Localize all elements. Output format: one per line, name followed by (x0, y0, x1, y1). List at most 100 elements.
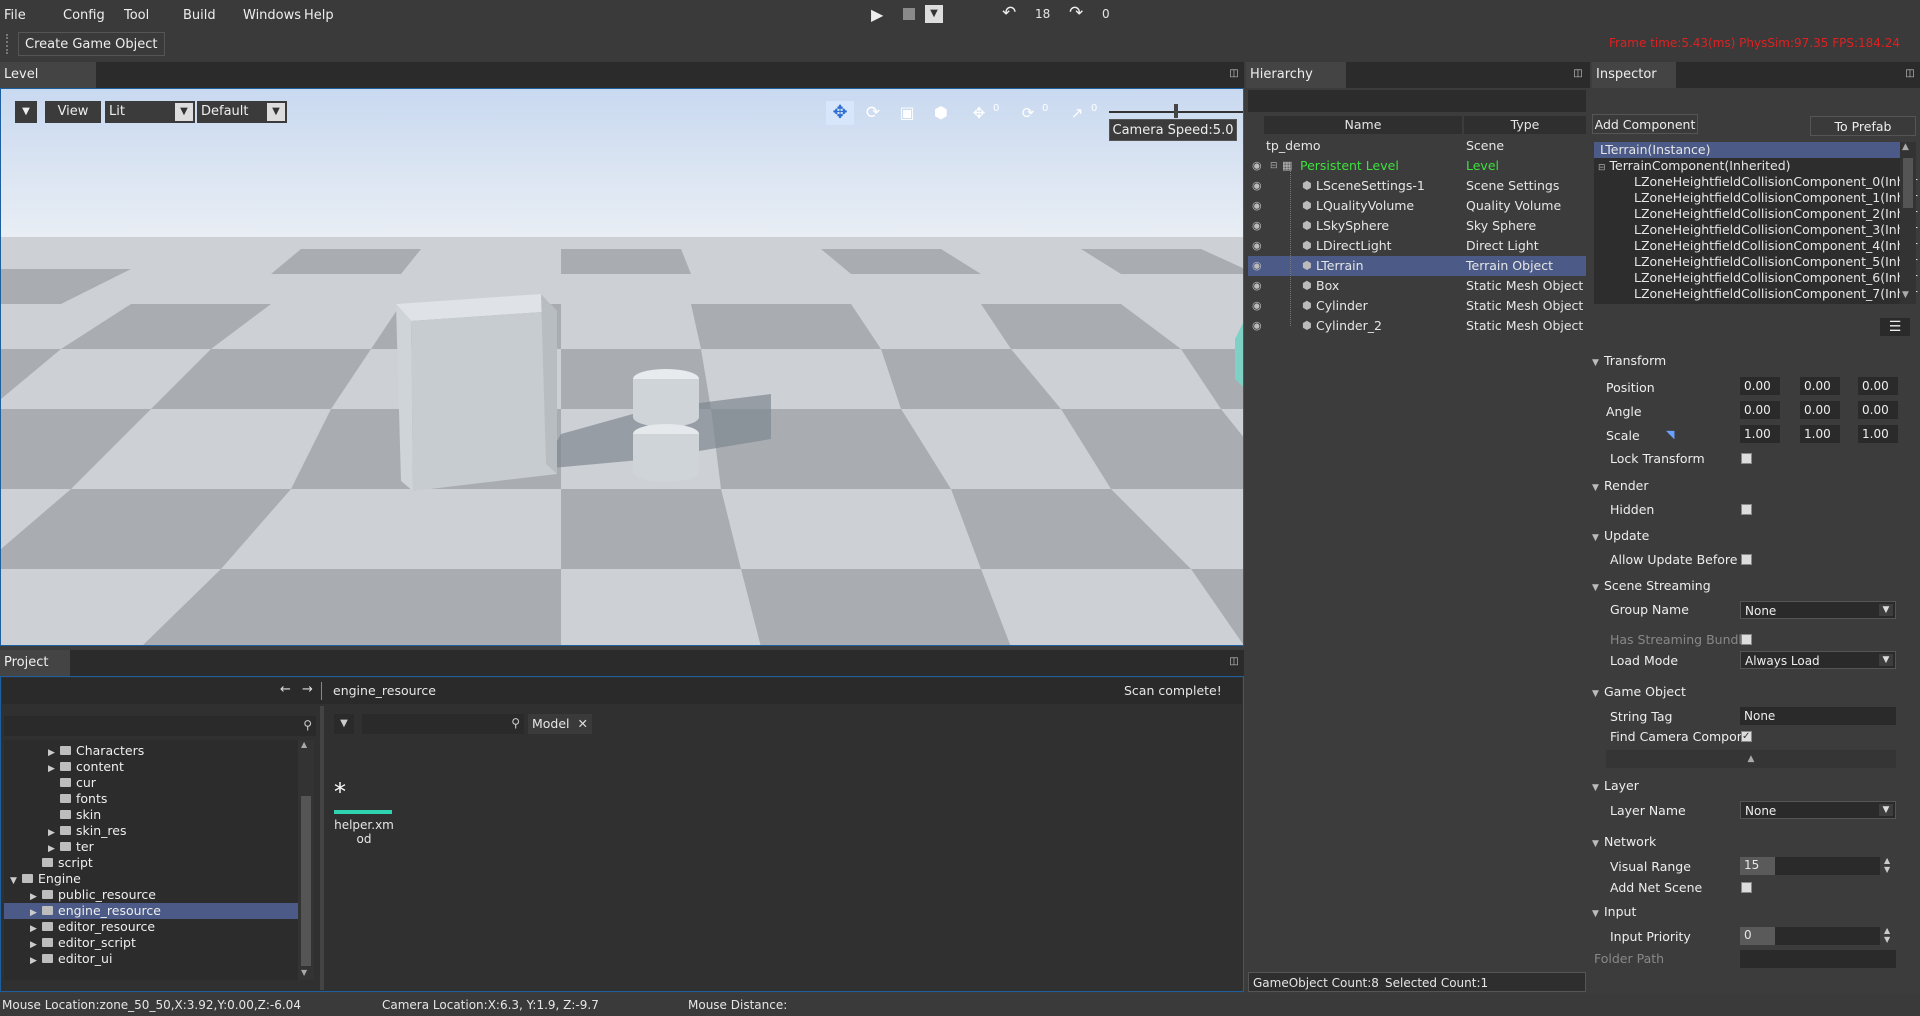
scroll-down-icon[interactable]: ▼ (301, 968, 307, 977)
chevron-right-icon[interactable]: ▶ (30, 953, 42, 969)
redo-icon[interactable]: ↷ (1069, 3, 1083, 23)
play-icon[interactable]: ▶ (871, 5, 883, 24)
folder-item[interactable]: cur (48, 775, 96, 791)
lit-mode-dropdown[interactable]: Lit ▼ (105, 101, 195, 123)
filter-tag[interactable]: Model ✕ (528, 714, 592, 734)
rotate-tool-icon[interactable]: ⟳ (861, 101, 885, 125)
position-y-input[interactable]: 0.00 (1800, 377, 1840, 395)
play-options-dropdown-icon[interactable]: ▼ (925, 5, 943, 23)
angle-x-input[interactable]: 0.00 (1740, 401, 1780, 419)
component-item[interactable]: LZoneHeightfieldCollisionComponent_7(Inh… (1634, 286, 1917, 302)
angle-y-input[interactable]: 0.00 (1800, 401, 1840, 419)
tab-level[interactable]: Level (0, 62, 96, 88)
menu-build[interactable]: Build (183, 8, 216, 23)
component-item[interactable]: LZoneHeightfieldCollisionComponent_1(Inh… (1634, 190, 1917, 206)
component-item-selected[interactable]: LTerrain(Instance) (1594, 142, 1900, 158)
lock-transform-checkbox[interactable] (1741, 453, 1752, 464)
move-snap-icon[interactable]: ✥ (967, 101, 991, 125)
section-render[interactable]: ▼ Render (1592, 475, 1920, 497)
visibility-eye-icon[interactable]: ◉ (1252, 240, 1264, 252)
scale-tool-icon[interactable]: ▣ (895, 101, 919, 125)
folder-path-input[interactable] (1740, 950, 1896, 968)
scale-x-input[interactable]: 1.00 (1740, 425, 1780, 443)
hierarchy-row[interactable]: ⬢ Cylinder Static Mesh Object (1248, 296, 1586, 316)
visibility-eye-icon[interactable]: ◉ (1252, 220, 1264, 232)
layer-name-dropdown[interactable]: None ▼ (1740, 801, 1896, 819)
folder-item[interactable]: ▶ editor_ui (30, 951, 112, 967)
scroll-thumb[interactable] (301, 796, 311, 966)
folder-item[interactable]: script (30, 855, 93, 871)
lock-scale-icon[interactable]: ◥ (1666, 428, 1674, 441)
folder-item-selected[interactable]: ▶ engine_resource (30, 903, 161, 919)
scroll-up-icon[interactable]: ▲ (1902, 142, 1909, 152)
add-component-button[interactable]: Add Component (1592, 114, 1698, 134)
hierarchy-row[interactable]: ⬢ Cylinder_2 Static Mesh Object (1248, 316, 1586, 336)
scroll-thumb[interactable] (1903, 158, 1913, 208)
project-search-input[interactable]: ⚲ (4, 716, 316, 736)
pin-icon[interactable]: ◫ (1572, 68, 1584, 80)
splitter[interactable] (320, 706, 324, 990)
component-item[interactable]: ⊟ TerrainComponent(Inherited) (1598, 158, 1791, 174)
pin-icon[interactable]: ◫ (1228, 68, 1240, 80)
hierarchy-row[interactable]: ⬢ Box Static Mesh Object (1248, 276, 1586, 296)
stop-icon[interactable] (903, 8, 915, 20)
hierarchy-row[interactable]: ⬢ LQualityVolume Quality Volume (1248, 196, 1586, 216)
component-item[interactable]: LZoneHeightfieldCollisionComponent_5(Inh… (1634, 254, 1917, 270)
hidden-checkbox[interactable] (1741, 504, 1752, 515)
menu-windows[interactable]: Windows (243, 8, 301, 23)
folder-item[interactable]: ▼ Engine (10, 871, 81, 887)
hierarchy-row[interactable]: tp_demo Scene (1248, 136, 1586, 156)
search-icon[interactable]: ⚲ (511, 716, 520, 730)
spin-icon[interactable]: ▲ ▼ (1884, 856, 1890, 874)
tab-project[interactable]: Project (0, 650, 70, 676)
section-scene-streaming[interactable]: ▼ Scene Streaming (1592, 575, 1920, 597)
collapse-up-icon[interactable]: ▲ (1606, 750, 1896, 768)
file-search-input[interactable]: ⚲ (362, 714, 524, 734)
tab-inspector[interactable]: Inspector (1592, 62, 1676, 88)
view-button[interactable]: View (45, 101, 101, 123)
visibility-eye-icon[interactable]: ◉ (1252, 180, 1264, 192)
pin-icon[interactable]: ◫ (1228, 656, 1240, 668)
hierarchy-row-selected[interactable]: ⬢ LTerrain Terrain Object (1248, 256, 1586, 276)
visibility-eye-icon[interactable]: ◉ (1252, 300, 1264, 312)
visibility-eye-icon[interactable]: ◉ (1252, 280, 1264, 292)
string-tag-input[interactable]: None (1740, 707, 1896, 725)
pin-icon[interactable]: ◫ (1904, 68, 1916, 80)
allow-update-checkbox[interactable] (1741, 554, 1752, 565)
menu-help[interactable]: Help (304, 8, 334, 23)
section-game-object[interactable]: ▼ Game Object (1592, 681, 1920, 703)
menu-file[interactable]: File (4, 8, 26, 23)
folder-item[interactable]: ▶ editor_resource (30, 919, 155, 935)
scale-z-input[interactable]: 1.00 (1858, 425, 1898, 443)
visibility-eye-icon[interactable]: ◉ (1252, 160, 1264, 172)
folder-item[interactable]: ▶ Characters (48, 743, 144, 759)
viewport-menu-icon[interactable]: ▼ (15, 101, 37, 123)
visibility-eye-icon[interactable]: ◉ (1252, 320, 1264, 332)
folder-item[interactable]: ▶ ter (48, 839, 94, 855)
section-transform[interactable]: ▼ Transform (1592, 350, 1920, 372)
collapse-icon[interactable]: ⊟ (1270, 156, 1278, 176)
position-z-input[interactable]: 0.00 (1858, 377, 1898, 395)
tab-hierarchy[interactable]: Hierarchy (1246, 62, 1346, 88)
search-icon[interactable]: ⚲ (303, 718, 312, 732)
camera-speed-handle[interactable] (1174, 104, 1178, 118)
back-icon[interactable]: ← (280, 682, 291, 697)
visual-range-slider[interactable]: 15 (1740, 857, 1880, 875)
component-item[interactable]: LZoneHeightfieldCollisionComponent_0(Inh… (1634, 174, 1917, 190)
hierarchy-row[interactable]: ⬢ LSceneSettings-1 Scene Settings (1248, 176, 1586, 196)
section-update[interactable]: ▼ Update (1592, 525, 1920, 547)
component-item[interactable]: LZoneHeightfieldCollisionComponent_3(Inh… (1634, 222, 1917, 238)
angle-z-input[interactable]: 0.00 (1858, 401, 1898, 419)
toolbar-grip-icon[interactable] (6, 34, 10, 54)
hierarchy-row[interactable]: ⬢ LDirectLight Direct Light (1248, 236, 1586, 256)
has-streaming-bundle-checkbox[interactable] (1741, 634, 1752, 645)
load-mode-dropdown[interactable]: Always Load ▼ (1740, 651, 1896, 669)
folder-item[interactable]: skin (48, 807, 101, 823)
position-x-input[interactable]: 0.00 (1740, 377, 1780, 395)
create-game-object-button[interactable]: Create Game Object (18, 32, 165, 56)
add-net-scene-checkbox[interactable] (1741, 882, 1752, 893)
to-prefab-button[interactable]: To Prefab (1810, 116, 1916, 136)
component-item[interactable]: LZoneHeightfieldCollisionComponent_2(Inh… (1634, 206, 1917, 222)
spin-icon[interactable]: ▲ ▼ (1884, 926, 1890, 944)
close-icon[interactable]: ✕ (578, 716, 588, 731)
